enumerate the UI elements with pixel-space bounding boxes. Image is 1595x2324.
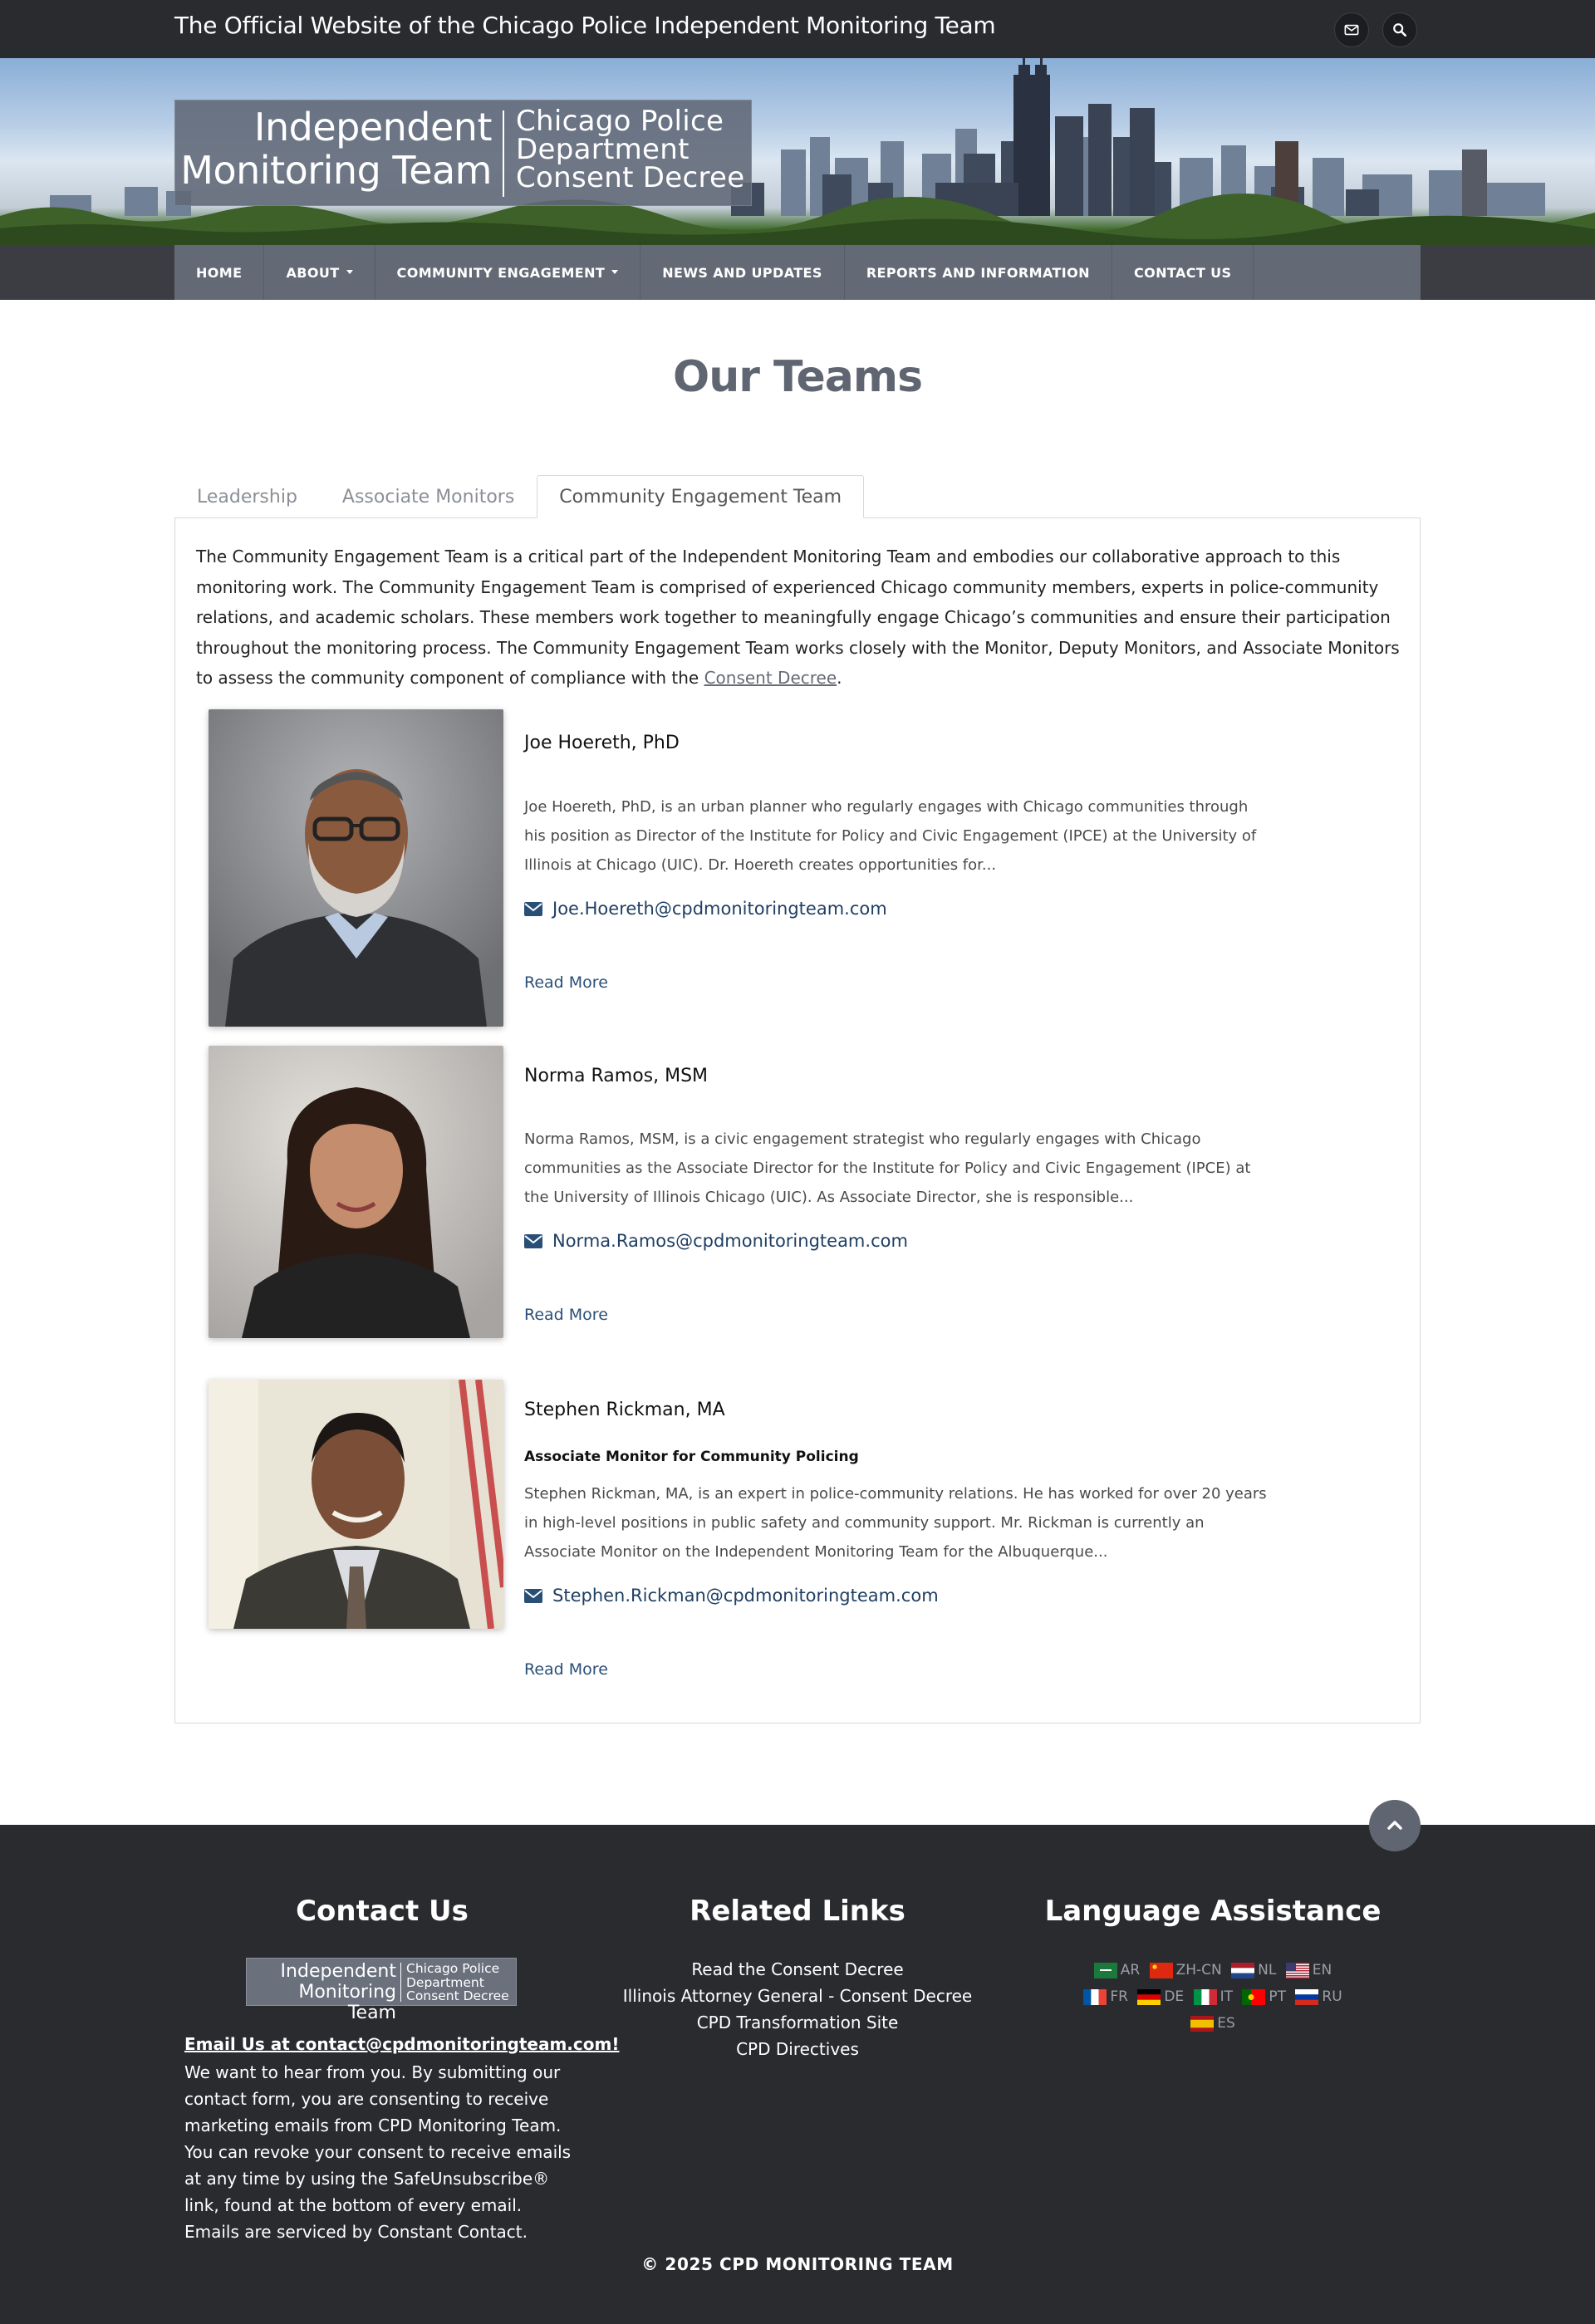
related-link-cpd-transformation[interactable]: CPD Transformation Site bbox=[548, 2009, 1047, 2036]
site-title: The Official Website of the Chicago Poli… bbox=[174, 12, 996, 39]
member-bio: Stephen Rickman, MA, is an expert in pol… bbox=[524, 1485, 1267, 1561]
nav-item-community-engagement[interactable]: COMMUNITY ENGAGEMENT bbox=[375, 245, 641, 300]
footer-logo[interactable]: Independent Monitoring Team Chicago Poli… bbox=[246, 1958, 517, 2023]
envelope-icon bbox=[524, 1588, 542, 1603]
language-ru[interactable]: RU bbox=[1295, 1986, 1342, 2008]
language-pt[interactable]: PT bbox=[1242, 1986, 1286, 2008]
site-logo[interactable]: Independent Monitoring Team Chicago Poli… bbox=[174, 100, 752, 206]
flag-italy-icon bbox=[1193, 1989, 1217, 2005]
logo-text-secondary: Chicago Police Department Consent Decree bbox=[516, 105, 745, 194]
footer-language-title: Language Assistance bbox=[1044, 1895, 1382, 1928]
language-nl[interactable]: NL bbox=[1231, 1959, 1276, 1982]
flag-spain-icon bbox=[1190, 2016, 1215, 2032]
related-link-consent-decree[interactable]: Read the Consent Decree bbox=[548, 1956, 1047, 1983]
related-link-attorney-general[interactable]: Illinois Attorney General - Consent Decr… bbox=[548, 1983, 1047, 2009]
copyright: © 2025 CPD MONITORING TEAM bbox=[641, 2254, 954, 2274]
related-link-cpd-directives[interactable]: CPD Directives bbox=[548, 2036, 1047, 2062]
member-role: Associate Monitor for Community Policing bbox=[524, 1449, 859, 1465]
logo-divider bbox=[503, 110, 504, 197]
read-more-link[interactable]: Read More bbox=[524, 1306, 608, 1324]
language-fr[interactable]: FR bbox=[1083, 1986, 1128, 2008]
related-links-list: Read the Consent Decree Illinois Attorne… bbox=[548, 1956, 1047, 2062]
language-ar[interactable]: AR bbox=[1093, 1959, 1140, 1982]
footer-logo-text-primary: Independent Monitoring Team bbox=[280, 1961, 396, 2023]
envelope-icon bbox=[1344, 24, 1359, 36]
read-more-link[interactable]: Read More bbox=[524, 1660, 608, 1679]
flag-saudi-arabia-icon bbox=[1093, 1963, 1117, 1978]
search-button[interactable] bbox=[1382, 12, 1417, 47]
team-tabs: Leadership Associate Monitors Community … bbox=[174, 475, 865, 518]
footer-logo-divider bbox=[400, 1963, 401, 2002]
email-button[interactable] bbox=[1334, 12, 1369, 47]
read-more-link[interactable]: Read More bbox=[524, 973, 608, 992]
language-it[interactable]: IT bbox=[1193, 1986, 1233, 2008]
member-name: Joe Hoereth, PhD bbox=[524, 733, 680, 753]
member-bio: Joe Hoereth, PhD, is an urban planner wh… bbox=[524, 798, 1257, 874]
flag-china-icon bbox=[1149, 1963, 1173, 1978]
back-to-top-button[interactable] bbox=[1369, 1800, 1421, 1851]
caret-down-icon bbox=[611, 269, 619, 274]
member-email-link[interactable]: Joe.Hoereth@cpdmonitoringteam.com bbox=[524, 899, 887, 919]
caret-down-icon bbox=[346, 269, 353, 274]
nav-item-reports[interactable]: REPORTS AND INFORMATION bbox=[845, 245, 1112, 300]
footer-consent-text: We want to hear from you. By submitting … bbox=[184, 2062, 572, 2242]
hero-banner: Independent Monitoring Team Chicago Poli… bbox=[0, 58, 1595, 245]
chevron-up-icon bbox=[1387, 1821, 1402, 1830]
tab-leadership[interactable]: Leadership bbox=[174, 475, 320, 518]
flag-germany-icon bbox=[1137, 1989, 1161, 2005]
footer-links-title: Related Links bbox=[690, 1895, 905, 1928]
member-name: Norma Ramos, MSM bbox=[524, 1066, 709, 1086]
envelope-icon bbox=[524, 1233, 542, 1248]
flag-france-icon bbox=[1083, 1989, 1107, 2005]
logo-text-primary: Independent Monitoring Team bbox=[180, 105, 492, 193]
flag-portugal-icon bbox=[1242, 1989, 1266, 2005]
language-es[interactable]: ES bbox=[1190, 2013, 1235, 2035]
language-en[interactable]: EN bbox=[1285, 1959, 1332, 1982]
envelope-icon bbox=[524, 901, 542, 916]
member-email-link[interactable]: Norma.Ramos@cpdmonitoringteam.com bbox=[524, 1231, 908, 1251]
nav-item-home[interactable]: HOME bbox=[174, 245, 265, 300]
consent-decree-link[interactable]: Consent Decree bbox=[704, 668, 837, 688]
search-icon bbox=[1393, 23, 1407, 37]
intro-paragraph: The Community Engagement Team is a criti… bbox=[196, 547, 1400, 688]
footer-contact-title: Contact Us bbox=[296, 1895, 469, 1928]
member-photo bbox=[209, 709, 503, 1027]
page-title: Our Teams bbox=[672, 352, 923, 402]
tab-panel: The Community Engagement Team is a criti… bbox=[174, 517, 1421, 1723]
flag-russia-icon bbox=[1295, 1989, 1319, 2005]
flag-usa-icon bbox=[1285, 1963, 1309, 1978]
language-selector: AR ZH-CN NL EN FR DE IT PT RU ES bbox=[1072, 1959, 1354, 2039]
member-email-link[interactable]: Stephen.Rickman@cpdmonitoringteam.com bbox=[524, 1586, 939, 1606]
member-bio: Norma Ramos, MSM, is a civic engagement … bbox=[524, 1130, 1251, 1206]
footer-logo-text-secondary: Chicago Police Department Consent Decree bbox=[406, 1961, 509, 2003]
main-nav-bar: HOME ABOUT COMMUNITY ENGAGEMENT NEWS AND… bbox=[0, 245, 1595, 300]
tab-associate-monitors[interactable]: Associate Monitors bbox=[320, 475, 537, 518]
member-photo bbox=[209, 1380, 503, 1629]
footer: Contact Us Related Links Language Assist… bbox=[0, 1825, 1595, 2324]
tab-community-engagement-team[interactable]: Community Engagement Team bbox=[537, 475, 865, 518]
flag-netherlands-icon bbox=[1231, 1963, 1255, 1978]
main-nav: HOME ABOUT COMMUNITY ENGAGEMENT NEWS AND… bbox=[174, 245, 1421, 300]
language-de[interactable]: DE bbox=[1137, 1986, 1184, 2008]
member-photo bbox=[209, 1046, 503, 1338]
nav-item-about[interactable]: ABOUT bbox=[264, 245, 375, 300]
nav-item-news[interactable]: NEWS AND UPDATES bbox=[640, 245, 845, 300]
language-zh-cn[interactable]: ZH-CN bbox=[1149, 1959, 1222, 1982]
top-bar: The Official Website of the Chicago Poli… bbox=[0, 0, 1595, 58]
nav-item-contact[interactable]: CONTACT US bbox=[1112, 245, 1254, 300]
member-name: Stephen Rickman, MA bbox=[524, 1400, 725, 1420]
